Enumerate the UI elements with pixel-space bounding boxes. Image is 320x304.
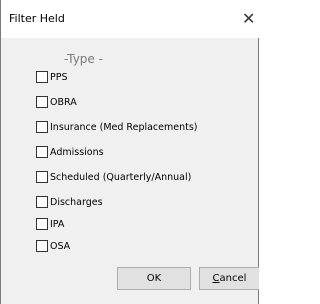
checkbox-discharges[interactable]: Discharges — [36, 194, 103, 210]
checkbox-pps[interactable]: PPS — [36, 69, 68, 85]
checkbox-admissions[interactable]: Admissions — [36, 144, 104, 160]
checkbox-insurance[interactable]: Insurance (Med Replacements) — [36, 119, 198, 135]
ok-button[interactable]: OK — [117, 267, 191, 290]
close-icon[interactable]: ✕ — [242, 8, 260, 30]
checkbox-label: Insurance (Med Replacements) — [50, 121, 198, 133]
filter-held-dialog: Filter Held ✕ -Type - PPS OBRA Insurance… — [0, 0, 260, 304]
checkbox-box[interactable] — [36, 146, 48, 158]
checkbox-box[interactable] — [36, 171, 48, 183]
checkbox-box[interactable] — [36, 71, 48, 83]
checkbox-label: OSA — [50, 240, 71, 252]
checkbox-label: Scheduled (Quarterly/Annual) — [50, 171, 192, 183]
checkbox-scheduled[interactable]: Scheduled (Quarterly/Annual) — [36, 169, 191, 185]
checkbox-box[interactable] — [36, 96, 48, 108]
checkbox-box[interactable] — [36, 240, 48, 252]
title-bar: Filter Held ✕ — [1, 0, 260, 38]
type-group-label: -Type - — [64, 52, 103, 66]
cancel-label: ancel — [219, 273, 247, 284]
checkbox-obra[interactable]: OBRA — [36, 94, 77, 110]
checkbox-box[interactable] — [36, 121, 48, 133]
checkbox-label: IPA — [50, 218, 65, 230]
checkbox-osa[interactable]: OSA — [36, 238, 70, 254]
cancel-button[interactable]: Cancel — [199, 267, 259, 290]
checkbox-label: Admissions — [50, 146, 104, 158]
checkbox-ipa[interactable]: IPA — [36, 216, 64, 232]
checkbox-box[interactable] — [36, 196, 48, 208]
dialog-title: Filter Held — [9, 12, 65, 25]
checkbox-box[interactable] — [36, 218, 48, 230]
checkbox-label: OBRA — [50, 96, 77, 108]
checkbox-label: Discharges — [50, 196, 103, 208]
checkbox-label: PPS — [50, 71, 68, 83]
cancel-mnemonic: C — [212, 273, 220, 284]
